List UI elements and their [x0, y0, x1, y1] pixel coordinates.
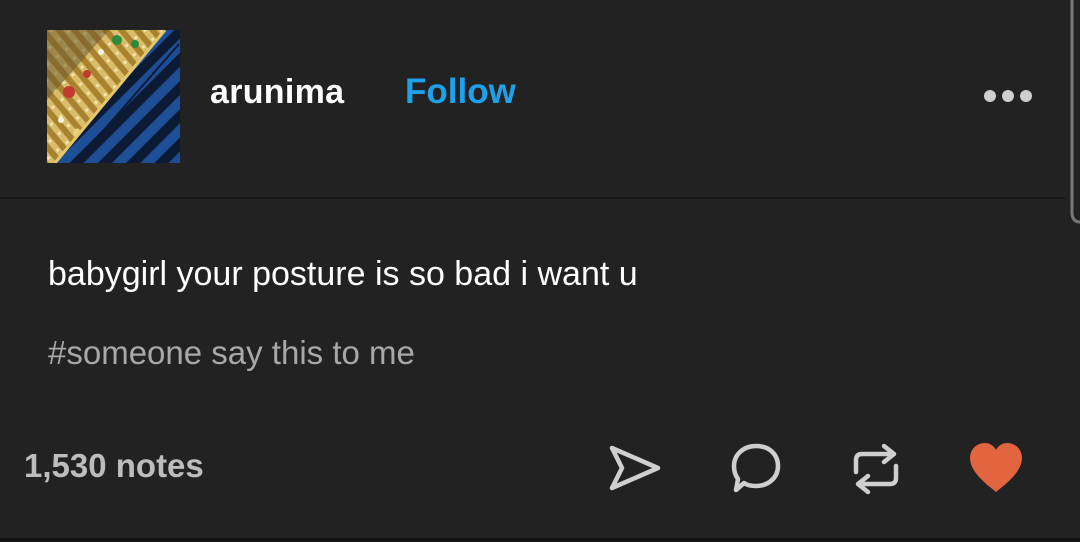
- post-text: babygirl your posture is so bad i want u: [48, 255, 638, 293]
- scrollbar-edge: [1064, 0, 1080, 228]
- post-tag[interactable]: #someone say this to me: [48, 334, 415, 372]
- post-header: arunima Follow: [0, 0, 1080, 224]
- like-button[interactable]: [966, 440, 1026, 496]
- follow-button[interactable]: Follow: [405, 72, 516, 112]
- share-button[interactable]: [606, 442, 664, 494]
- avatar[interactable]: [47, 30, 180, 163]
- more-options-button[interactable]: [978, 82, 1038, 110]
- reply-button[interactable]: [728, 440, 784, 496]
- more-horizontal-icon: [984, 90, 1032, 102]
- post-card: arunima Follow babygirl your posture is …: [0, 0, 1080, 538]
- share-paper-plane-icon: [609, 445, 661, 491]
- heart-icon: [970, 443, 1022, 492]
- reply-bubble-icon: [731, 443, 781, 493]
- reblog-button[interactable]: [848, 442, 904, 496]
- fabric-avatar-image: [47, 30, 180, 163]
- reblog-icon: [853, 443, 899, 495]
- notes-count[interactable]: 1,530 notes: [24, 447, 204, 485]
- page-bottom-edge: [0, 538, 1080, 542]
- header-divider: [0, 197, 1066, 199]
- post-author-username[interactable]: arunima: [210, 73, 344, 112]
